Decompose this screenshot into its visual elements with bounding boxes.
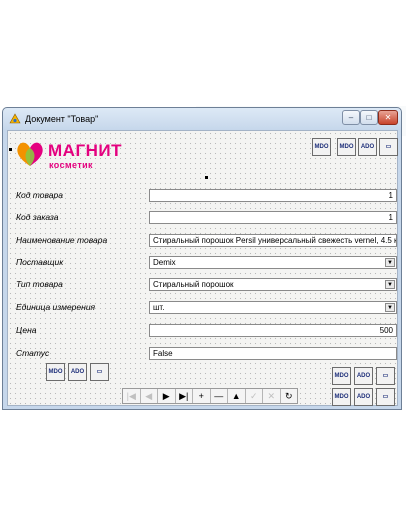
field-label: Наименование товара	[16, 235, 108, 245]
ado-table-icon[interactable]: ADO	[354, 388, 373, 406]
mdo-table-icon[interactable]: MDO	[332, 388, 351, 406]
app-icon	[9, 113, 21, 124]
ado-datasource-icon[interactable]: ▭	[376, 388, 395, 406]
nav-next-button[interactable]: ▶	[158, 389, 176, 403]
nav-last-button[interactable]: ▶|	[176, 389, 193, 403]
mdo-connection-icon[interactable]: MDO	[46, 363, 65, 381]
field-input[interactable]: 500	[149, 324, 397, 337]
field-label: Код заказа	[16, 212, 59, 222]
dropdown-arrow-icon[interactable]: ▼	[385, 280, 395, 289]
nav-post-button[interactable]: ✓	[246, 389, 263, 403]
ado-dataset-icon[interactable]: ▭	[379, 138, 398, 156]
magnit-logo: МАГНИТ косметик	[14, 137, 144, 173]
field-label: Код товара	[16, 190, 63, 200]
field-value: Стиральный порошок	[153, 280, 234, 289]
nav-edit-button[interactable]: ▲	[228, 389, 246, 403]
field-combobox[interactable]: шт. ▼	[149, 301, 397, 314]
dropdown-arrow-icon[interactable]: ▼	[385, 303, 395, 312]
field-input[interactable]: False	[149, 347, 397, 360]
db-navigator: |◀ ◀ ▶ ▶| + — ▲ ✓ ✕ ↻	[122, 388, 298, 404]
mdo-grid-icon[interactable]: MDO	[337, 138, 356, 156]
field-value: False	[153, 349, 173, 358]
ado-query-icon[interactable]: ADO	[354, 367, 373, 385]
logo-heart-icon	[17, 142, 43, 166]
field-value: Стиральный порошок Persil универсальный …	[153, 236, 397, 245]
field-label: Единица измерения	[16, 302, 96, 312]
field-value: 1	[388, 191, 393, 200]
form-client-area: МАГНИТ косметик MDO MDO ADO ▭ Код товара…	[7, 130, 398, 406]
close-button[interactable]: ✕	[378, 110, 398, 125]
window-title: Документ "Товар"	[25, 114, 99, 124]
ado-query-icon[interactable]: ADO	[358, 138, 377, 156]
field-combobox[interactable]: Demix ▼	[149, 256, 397, 269]
mdo-grid-icon[interactable]: MDO	[332, 367, 351, 385]
logo-subtitle: косметик	[49, 160, 93, 170]
field-value: 1	[388, 213, 393, 222]
ado-dataset-icon[interactable]: ▭	[90, 363, 109, 381]
selection-handle[interactable]	[205, 176, 208, 179]
title-bar[interactable]: Документ "Товар" – □ ✕	[3, 108, 401, 130]
nav-prior-button[interactable]: ◀	[141, 389, 158, 403]
field-value: Demix	[153, 258, 176, 267]
field-label: Поставщик	[16, 257, 64, 267]
field-input[interactable]: 1	[149, 211, 397, 224]
field-label: Цена	[16, 325, 37, 335]
dropdown-arrow-icon[interactable]: ▼	[385, 258, 395, 267]
nav-insert-button[interactable]: +	[193, 389, 211, 403]
logo-word: МАГНИТ	[48, 141, 122, 160]
maximize-button[interactable]: □	[360, 110, 378, 125]
nav-delete-button[interactable]: —	[211, 389, 228, 403]
field-label: Статус	[16, 348, 50, 358]
ado-dataset-icon[interactable]: ▭	[376, 367, 395, 385]
ado-query-icon[interactable]: ADO	[68, 363, 87, 381]
mdo-navigator-icon[interactable]: MDO	[312, 138, 331, 156]
field-label: Тип товара	[16, 279, 63, 289]
document-window: Документ "Товар" – □ ✕ МАГНИТ косметик M…	[2, 107, 402, 410]
nav-cancel-button[interactable]: ✕	[263, 389, 281, 403]
selection-handle[interactable]	[9, 148, 12, 151]
field-input[interactable]: 1	[149, 189, 397, 202]
minimize-button[interactable]: –	[342, 110, 360, 125]
field-value: 500	[379, 326, 393, 335]
nav-refresh-button[interactable]: ↻	[281, 389, 298, 403]
field-combobox[interactable]: Стиральный порошок ▼	[149, 278, 397, 291]
nav-first-button[interactable]: |◀	[123, 389, 141, 403]
field-value: шт.	[153, 303, 165, 312]
field-input[interactable]: Стиральный порошок Persil универсальный …	[149, 234, 397, 247]
